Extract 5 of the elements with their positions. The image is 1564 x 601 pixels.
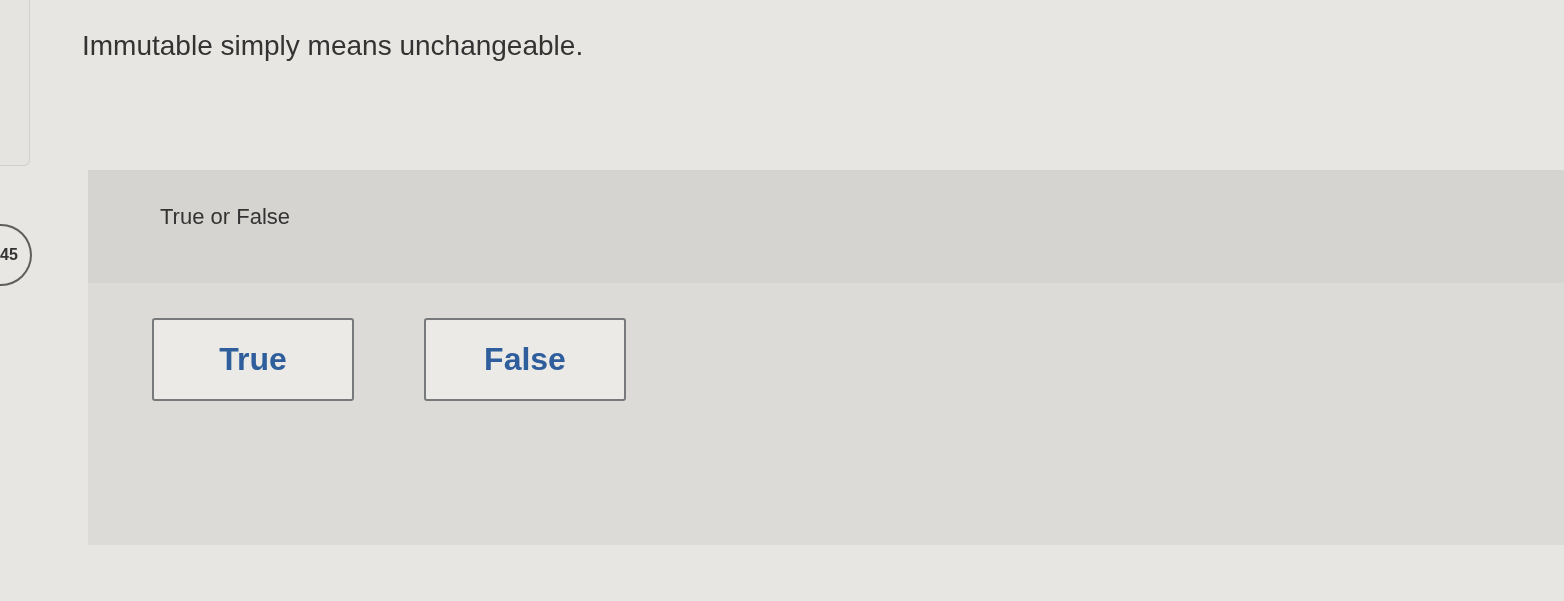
instruction-text: True or False xyxy=(160,204,290,229)
question-text: Immutable simply means unchangeable. xyxy=(82,30,584,62)
answer-choice-button[interactable]: False xyxy=(424,318,626,401)
answer-choice-button[interactable]: True xyxy=(152,318,354,401)
question-number: 45 xyxy=(0,224,32,286)
